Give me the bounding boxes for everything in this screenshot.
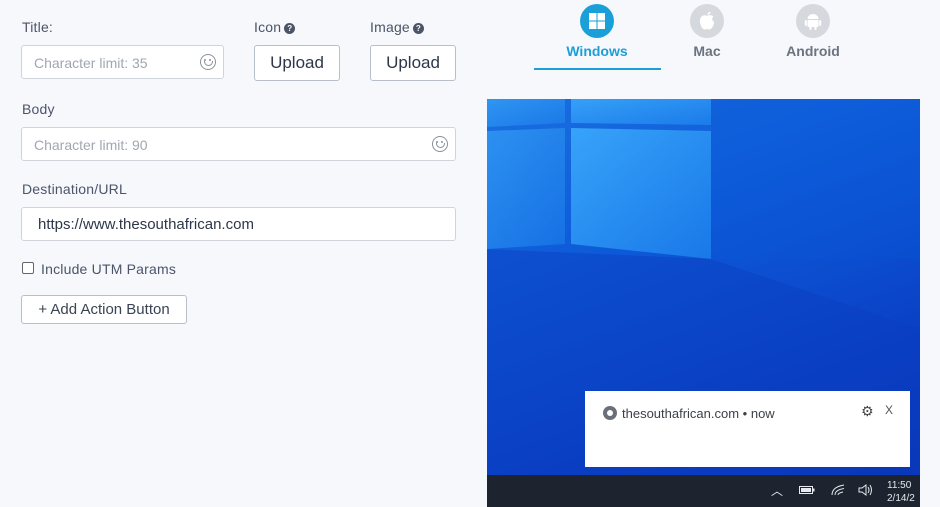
image-label-text: Image [370,19,410,35]
body-placeholder: Character limit: 90 [34,137,148,153]
battery-icon[interactable] [799,484,815,498]
icon-label: Icon? [254,19,296,35]
active-tab-indicator [534,68,661,70]
android-icon [796,4,830,38]
chevron-up-icon[interactable]: ︿ [771,482,783,499]
gear-icon[interactable]: ⚙ [861,403,874,420]
taskbar: ︿ 11:50 2/14/2 [487,475,920,507]
utm-checkbox[interactable] [22,262,34,274]
utm-label[interactable]: Include UTM Params [41,261,176,277]
tab-mac-label: Mac [693,43,721,59]
icon-label-text: Icon [254,19,282,35]
image-upload-button[interactable]: Upload [370,45,456,81]
windows-icon [580,4,614,38]
tab-windows[interactable]: Windows [552,4,642,59]
notification-site: thesouthafrican.com • now [622,406,775,421]
apple-icon [690,4,724,38]
emoji-picker-icon[interactable] [432,136,448,152]
tab-windows-label: Windows [566,43,628,59]
clock-time: 11:50 [887,480,912,491]
help-icon[interactable]: ? [412,23,424,34]
volume-icon[interactable] [858,484,874,499]
tab-android-label: Android [786,43,840,59]
tab-mac[interactable]: Mac [662,4,752,59]
chrome-icon [603,406,617,420]
help-icon[interactable]: ? [284,23,296,34]
destination-url-value: https://www.thesouthafrican.com [38,216,254,233]
body-label: Body [22,101,55,117]
destination-url-input[interactable]: https://www.thesouthafrican.com [21,207,456,241]
add-action-button[interactable]: + Add Action Button [21,295,187,324]
wifi-icon[interactable] [831,484,845,499]
image-label: Image? [370,19,424,35]
clock-date: 2/14/2 [887,493,915,504]
close-icon[interactable]: X [885,403,893,417]
emoji-picker-icon[interactable] [200,54,216,70]
body-input[interactable]: Character limit: 90 [21,127,456,161]
destination-label: Destination/URL [22,181,127,197]
notification-preview: thesouthafrican.com • now ⚙ X ︿ 11:50 2/… [487,99,920,507]
icon-upload-button[interactable]: Upload [254,45,340,81]
title-input[interactable]: Character limit: 35 [21,45,224,79]
tab-android[interactable]: Android [768,4,858,59]
title-placeholder: Character limit: 35 [34,55,148,71]
taskbar-clock[interactable]: 11:50 2/14/2 [887,479,915,505]
notification-toast[interactable]: thesouthafrican.com • now ⚙ X [585,391,910,467]
title-label: Title: [22,19,54,35]
